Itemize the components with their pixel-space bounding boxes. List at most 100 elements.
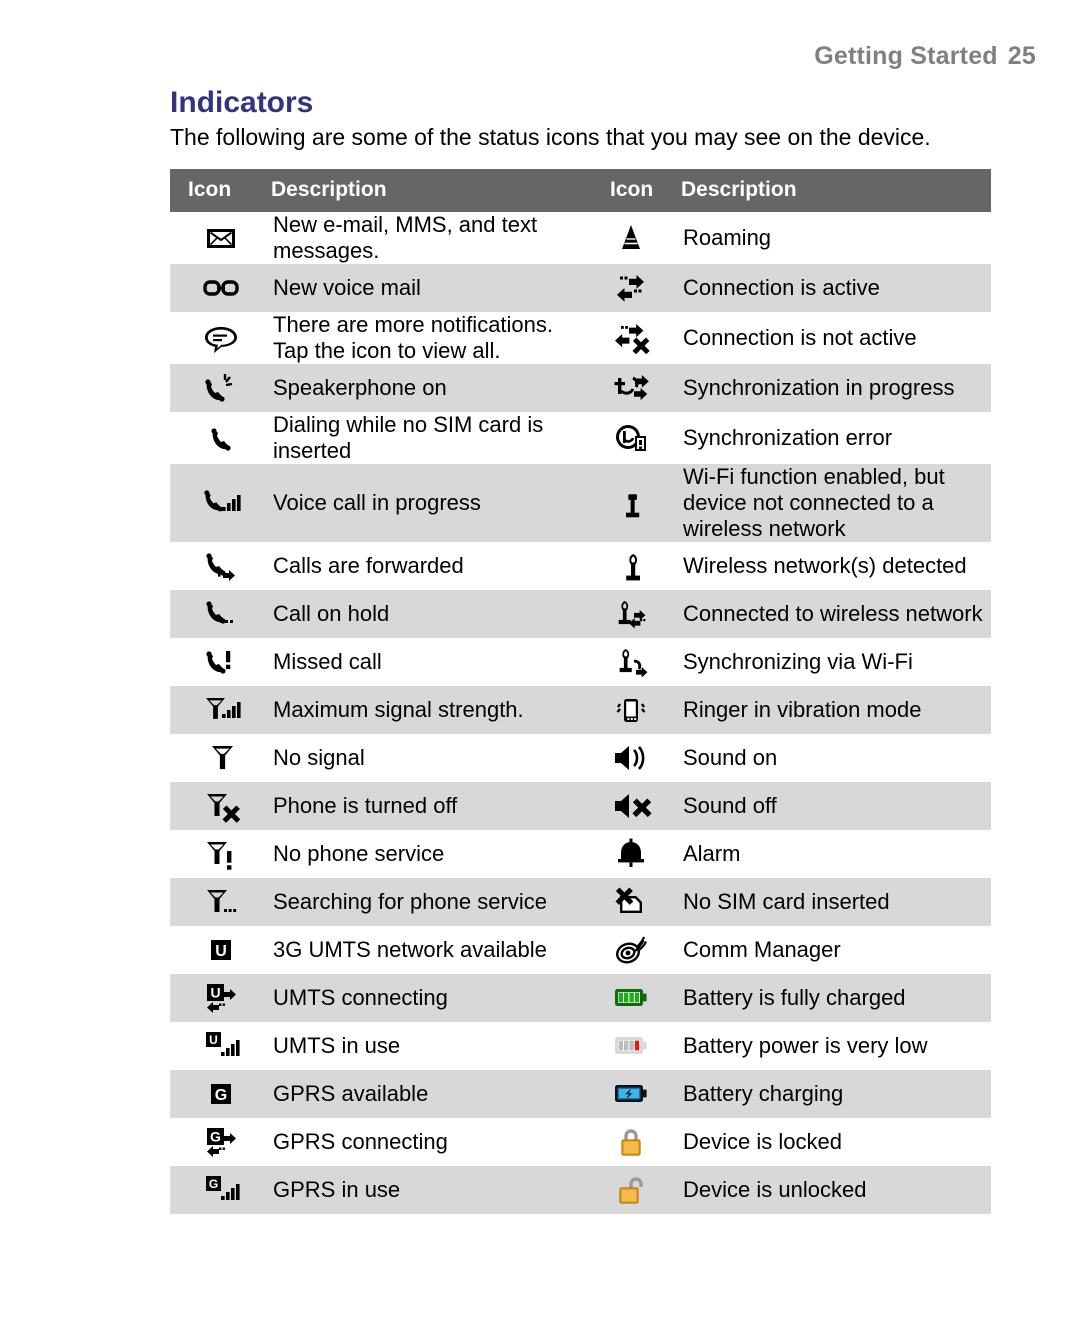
- icon-cell-right: [581, 1165, 681, 1214]
- battery-low-icon: [609, 1026, 653, 1066]
- icon-cell-left: G: [170, 1117, 271, 1166]
- description-cell-right: Synchronization error: [681, 411, 991, 464]
- svg-text:U: U: [209, 1032, 218, 1046]
- description-cell-left: No signal: [271, 733, 581, 782]
- description-cell-right: Roaming: [681, 212, 991, 264]
- speakerphone-icon: [199, 368, 243, 408]
- description-cell-right: Connected to wireless network: [681, 589, 991, 638]
- icon-cell-right: [581, 637, 681, 686]
- icon-cell-right: [581, 311, 681, 364]
- description-text: Device is locked: [683, 1128, 842, 1154]
- description-text: Ringer in vibration mode: [683, 696, 922, 722]
- description-text: Connection is not active: [683, 324, 917, 350]
- description-text: There are more notifications. Tap the ic…: [273, 311, 554, 363]
- icon-cell-right: [581, 973, 681, 1022]
- dial-no-sim-icon: [199, 418, 243, 458]
- description-text: No SIM card inserted: [683, 888, 890, 914]
- description-cell-left: Phone is turned off: [271, 781, 581, 830]
- call-forwarded-icon: [199, 546, 243, 586]
- voice-call-progress-icon: [199, 483, 243, 523]
- battery-charging-icon: [609, 1074, 653, 1114]
- description-text: New voice mail: [273, 274, 421, 300]
- icon-cell-left: [170, 781, 271, 830]
- roaming-triangle-icon: [609, 218, 653, 258]
- description-cell-left: Voice call in progress: [271, 463, 581, 542]
- icon-cell-right: [581, 1069, 681, 1118]
- table-header-row: Icon Description Icon Description: [170, 169, 991, 212]
- description-cell-right: Sound on: [681, 733, 991, 782]
- description-cell-left: UMTS in use: [271, 1021, 581, 1070]
- description-text: No phone service: [273, 840, 445, 866]
- column-header-desc-left: Description: [271, 169, 581, 212]
- icon-cell-right: [581, 925, 681, 974]
- icon-cell-left: [170, 311, 271, 364]
- table-row: U UMTS in use Battery power is very low: [170, 1021, 991, 1070]
- description-cell-left: GPRS connecting: [271, 1117, 581, 1166]
- svg-text:G: G: [214, 1086, 226, 1103]
- icon-cell-right: [581, 541, 681, 590]
- icon-cell-left: [170, 541, 271, 590]
- envelope-icon: [199, 218, 243, 258]
- table-row: G GPRS in use Device is unlocked: [170, 1165, 991, 1214]
- description-cell-left: New e-mail, MMS, and text messages.: [271, 212, 581, 264]
- description-cell-left: Speakerphone on: [271, 363, 581, 412]
- description-text: UMTS in use: [273, 1032, 401, 1058]
- intro-paragraph: The following are some of the status ico…: [170, 124, 931, 150]
- missed-call-icon: [199, 642, 243, 682]
- icon-cell-left: [170, 877, 271, 926]
- description-text: Maximum signal strength.: [273, 696, 524, 722]
- umts-in-use-icon: U: [199, 1026, 243, 1066]
- description-text: Speakerphone on: [273, 374, 447, 400]
- wifi-syncing-icon: [609, 642, 653, 682]
- voicemail-icon: [199, 268, 243, 308]
- description-text: Searching for phone service: [273, 888, 547, 914]
- alarm-bell-icon: [609, 834, 653, 874]
- sound-off-icon: [609, 786, 653, 826]
- icon-cell-right: [581, 781, 681, 830]
- description-cell-left: Call on hold: [271, 589, 581, 638]
- description-text: Sound off: [683, 792, 777, 818]
- device-unlocked-icon: [609, 1170, 653, 1210]
- icon-cell-left: [170, 212, 271, 264]
- indicators-table: Icon Description Icon Description New e-…: [170, 169, 991, 1214]
- description-cell-left: GPRS in use: [271, 1165, 581, 1214]
- table-row: Maximum signal strength. Ringer in vibrat…: [170, 685, 991, 734]
- description-cell-right: Device is unlocked: [681, 1165, 991, 1214]
- table-row: There are more notifications. Tap the ic…: [170, 311, 991, 364]
- icon-cell-left: U: [170, 925, 271, 974]
- description-text: Voice call in progress: [273, 489, 481, 515]
- svg-text:G: G: [210, 1128, 221, 1144]
- description-text: 3G UMTS network available: [273, 936, 547, 962]
- description-cell-left: Maximum signal strength.: [271, 685, 581, 734]
- vibration-icon: [609, 690, 653, 730]
- icon-cell-right: [581, 1021, 681, 1070]
- no-signal-icon: [199, 738, 243, 778]
- description-text: Wi-Fi function enabled, but device not c…: [683, 463, 945, 541]
- description-cell-left: New voice mail: [271, 263, 581, 312]
- notification-bubble-icon: [199, 318, 243, 358]
- description-cell-right: Sound off: [681, 781, 991, 830]
- description-text: Connected to wireless network: [683, 600, 983, 626]
- sync-error-icon: [609, 418, 653, 458]
- description-text: Call on hold: [273, 600, 390, 626]
- indicators-table-body: New e-mail, MMS, and text messages. Roami…: [170, 212, 991, 1214]
- umts-available-icon: U: [199, 930, 243, 970]
- description-text: Sound on: [683, 744, 778, 770]
- icon-cell-left: [170, 589, 271, 638]
- description-cell-right: Connection is not active: [681, 311, 991, 364]
- column-header-icon-right: Icon: [581, 169, 681, 212]
- running-header-text: Getting Started: [814, 42, 998, 70]
- description-text: Comm Manager: [683, 936, 841, 962]
- icon-cell-left: G: [170, 1069, 271, 1118]
- description-text: No signal: [273, 744, 365, 770]
- no-phone-service-icon: [199, 834, 243, 874]
- table-row: Dialing while no SIM card is inserted Syn…: [170, 411, 991, 464]
- description-text: Missed call: [273, 648, 382, 674]
- description-cell-left: 3G UMTS network available: [271, 925, 581, 974]
- icon-cell-left: U: [170, 973, 271, 1022]
- umts-connecting-icon: U: [199, 978, 243, 1018]
- document-page: Getting Started 25 Indicators The followi…: [0, 0, 1080, 1327]
- icon-cell-left: [170, 733, 271, 782]
- description-cell-right: Synchronization in progress: [681, 363, 991, 412]
- description-text: Battery power is very low: [683, 1032, 928, 1058]
